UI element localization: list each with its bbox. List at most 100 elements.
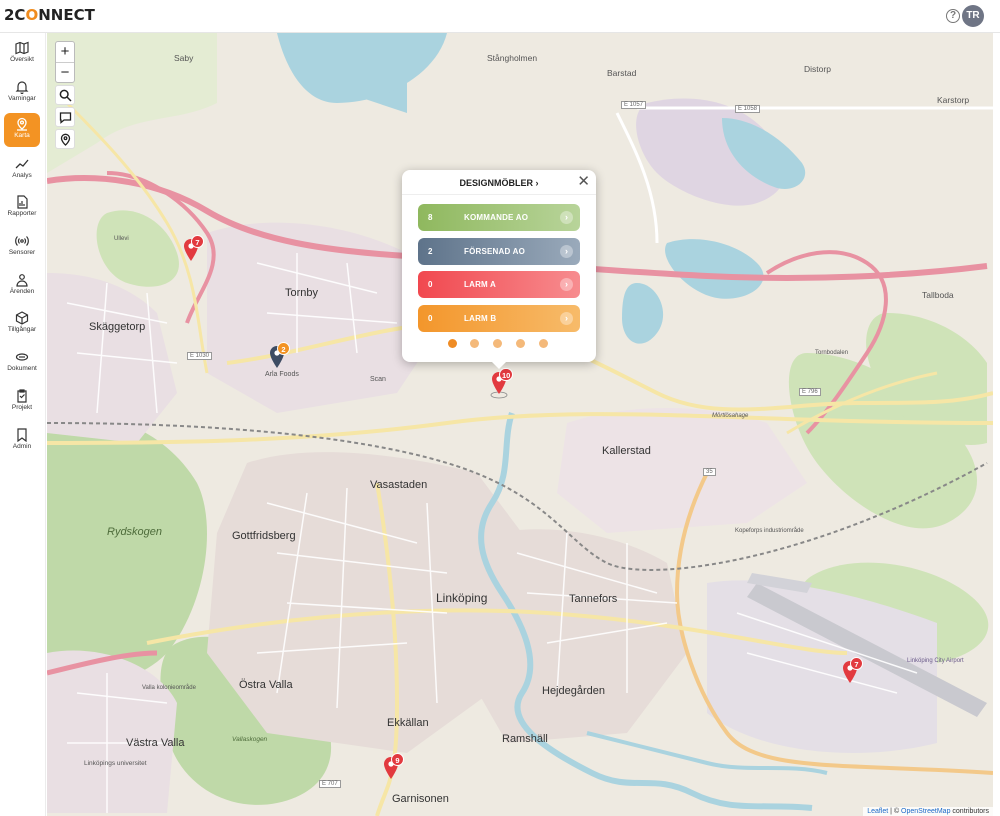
sidebar: Översikt Varningar Karta Analys Rapporte… bbox=[0, 33, 46, 816]
map-location-button[interactable] bbox=[55, 129, 75, 149]
map-search-button[interactable] bbox=[55, 85, 75, 105]
map-canvas[interactable]: Saby Stångholmen Barstad Distorp Karstor… bbox=[47, 33, 993, 816]
avatar[interactable]: TR bbox=[962, 5, 984, 27]
place-label: Barstad bbox=[607, 68, 637, 78]
logo[interactable]: 2CONNECT bbox=[4, 6, 95, 24]
sidebar-item-varningar[interactable]: Varningar bbox=[4, 76, 40, 110]
place-label: Garnisonen bbox=[392, 793, 449, 805]
sidebar-item-oversikt[interactable]: Översikt bbox=[4, 37, 40, 71]
status-row-upcoming[interactable]: 8 KOMMANDE AO › bbox=[418, 204, 580, 231]
sidebar-item-dokument[interactable]: Dokument bbox=[4, 346, 40, 380]
popup-divider bbox=[402, 194, 596, 195]
place-label: Ramshäll bbox=[502, 733, 548, 745]
trend-icon bbox=[15, 159, 29, 169]
sidebar-item-karta[interactable]: Karta bbox=[4, 113, 40, 147]
sidebar-item-label: Översikt bbox=[10, 56, 34, 63]
place-label: Tannefors bbox=[569, 593, 618, 605]
zoom-out-button[interactable]: − bbox=[56, 62, 74, 82]
place-label: Linköping City Airport bbox=[907, 658, 964, 664]
chevron-right-icon[interactable]: › bbox=[560, 278, 573, 291]
place-label: Vasastaden bbox=[370, 479, 428, 491]
road-shield: E 707 bbox=[319, 780, 341, 788]
popup-title[interactable]: DESIGNMÖBLER › bbox=[402, 178, 596, 188]
cube-icon bbox=[15, 311, 29, 325]
place-label: Linköping bbox=[436, 591, 488, 605]
logo-prefix: 2C bbox=[4, 6, 26, 24]
place-label: Scan bbox=[370, 376, 386, 383]
status-label: LARM A bbox=[464, 280, 497, 289]
sidebar-item-sensorer[interactable]: Sensorer bbox=[4, 230, 40, 264]
top-bar: 2CONNECT ? TR bbox=[0, 0, 1000, 33]
map-marker[interactable]: 7 bbox=[841, 657, 863, 688]
popup-title-text: DESIGNMÖBLER bbox=[459, 178, 533, 188]
sidebar-item-label: Varningar bbox=[8, 95, 36, 102]
place-label: Valla kolonieområde bbox=[142, 685, 196, 691]
place-label: Linköpings universitet bbox=[84, 760, 147, 767]
osm-link[interactable]: OpenStreetMap bbox=[901, 808, 950, 815]
status-count: 2 bbox=[428, 247, 433, 256]
place-label: Rydskogen bbox=[107, 526, 163, 538]
pagination-dot[interactable] bbox=[539, 339, 548, 348]
leaflet-link[interactable]: Leaflet bbox=[867, 808, 888, 815]
bell-icon bbox=[15, 81, 29, 94]
status-row-alarm-b[interactable]: 0 LARM B › bbox=[418, 305, 580, 332]
status-label: LARM B bbox=[464, 314, 497, 323]
place-label: Stångholmen bbox=[487, 53, 538, 63]
place-label: Tallboda bbox=[922, 290, 954, 300]
sensor-icon bbox=[15, 236, 29, 246]
sidebar-item-tillgangar[interactable]: Tillgångar bbox=[4, 307, 40, 341]
road-shield: E 1057 bbox=[621, 101, 647, 109]
sidebar-item-label: Sensorer bbox=[8, 249, 36, 256]
place-label: Gottfridsberg bbox=[232, 530, 296, 542]
place-label: Distorp bbox=[804, 64, 831, 74]
document-icon bbox=[15, 353, 29, 361]
marker-count-badge: 9 bbox=[391, 753, 404, 766]
map-comment-button[interactable] bbox=[55, 107, 75, 127]
sidebar-item-rapporter[interactable]: Rapporter bbox=[4, 191, 40, 225]
clipboard-icon bbox=[17, 389, 27, 403]
pagination-dot[interactable] bbox=[516, 339, 525, 348]
marker-count-badge: 2 bbox=[277, 342, 290, 355]
road-shield: E 1030 bbox=[187, 352, 213, 360]
marker-count-badge: 7 bbox=[191, 235, 204, 248]
place-label: Vallaskogen bbox=[232, 736, 268, 743]
sidebar-item-projekt[interactable]: Projekt bbox=[4, 385, 40, 419]
place-label: Kallerstad bbox=[602, 445, 651, 457]
pagination-dot[interactable] bbox=[470, 339, 479, 348]
help-icon[interactable]: ? bbox=[946, 9, 960, 23]
place-label: Östra Valla bbox=[239, 679, 293, 691]
map-marker-selected[interactable]: 10 bbox=[490, 368, 514, 399]
sidebar-item-label: Admin bbox=[12, 443, 32, 450]
report-icon bbox=[17, 195, 28, 209]
chevron-right-icon[interactable]: › bbox=[560, 245, 573, 258]
status-label: KOMMANDE AO bbox=[464, 213, 529, 222]
status-row-alarm-a[interactable]: 0 LARM A › bbox=[418, 271, 580, 298]
sidebar-item-admin[interactable]: Admin bbox=[4, 424, 40, 458]
place-label: Hejdegården bbox=[542, 685, 605, 697]
site-popup: DESIGNMÖBLER › ✕ 8 KOMMANDE AO › 2 FÖRSE… bbox=[402, 170, 596, 369]
status-row-delayed[interactable]: 2 FÖRSENAD AO › bbox=[418, 238, 580, 265]
road-shield: 35 bbox=[703, 468, 716, 476]
map-marker[interactable]: 2 bbox=[268, 342, 290, 373]
road-shield: E 1058 bbox=[735, 105, 761, 113]
sidebar-item-label: Ärenden bbox=[9, 288, 35, 295]
map-tiles bbox=[47, 33, 993, 816]
sidebar-item-arenden[interactable]: Ärenden bbox=[4, 269, 40, 303]
pagination-dot[interactable] bbox=[493, 339, 502, 348]
map-marker[interactable]: 7 bbox=[182, 235, 204, 266]
place-label: Mörtlösahage bbox=[712, 413, 749, 419]
map-marker[interactable]: 9 bbox=[382, 753, 404, 784]
chevron-right-icon[interactable]: › bbox=[560, 312, 573, 325]
place-label: Skäggetorp bbox=[89, 321, 146, 333]
app-root: 2CONNECT ? TR Översikt Varningar Karta A… bbox=[0, 0, 1000, 816]
zoom-in-button[interactable]: + bbox=[56, 42, 74, 62]
place-label: Tornby bbox=[285, 287, 319, 299]
sidebar-item-label: Tillgångar bbox=[7, 326, 37, 333]
chevron-right-icon[interactable]: › bbox=[560, 211, 573, 224]
place-label: Karstorp bbox=[937, 95, 970, 105]
chevron-right-icon: › bbox=[535, 178, 539, 188]
close-icon[interactable]: ✕ bbox=[577, 172, 590, 190]
pagination-dot[interactable] bbox=[448, 339, 457, 348]
sidebar-item-analys[interactable]: Analys bbox=[4, 153, 40, 187]
attribution-suffix: contributors bbox=[950, 808, 989, 815]
